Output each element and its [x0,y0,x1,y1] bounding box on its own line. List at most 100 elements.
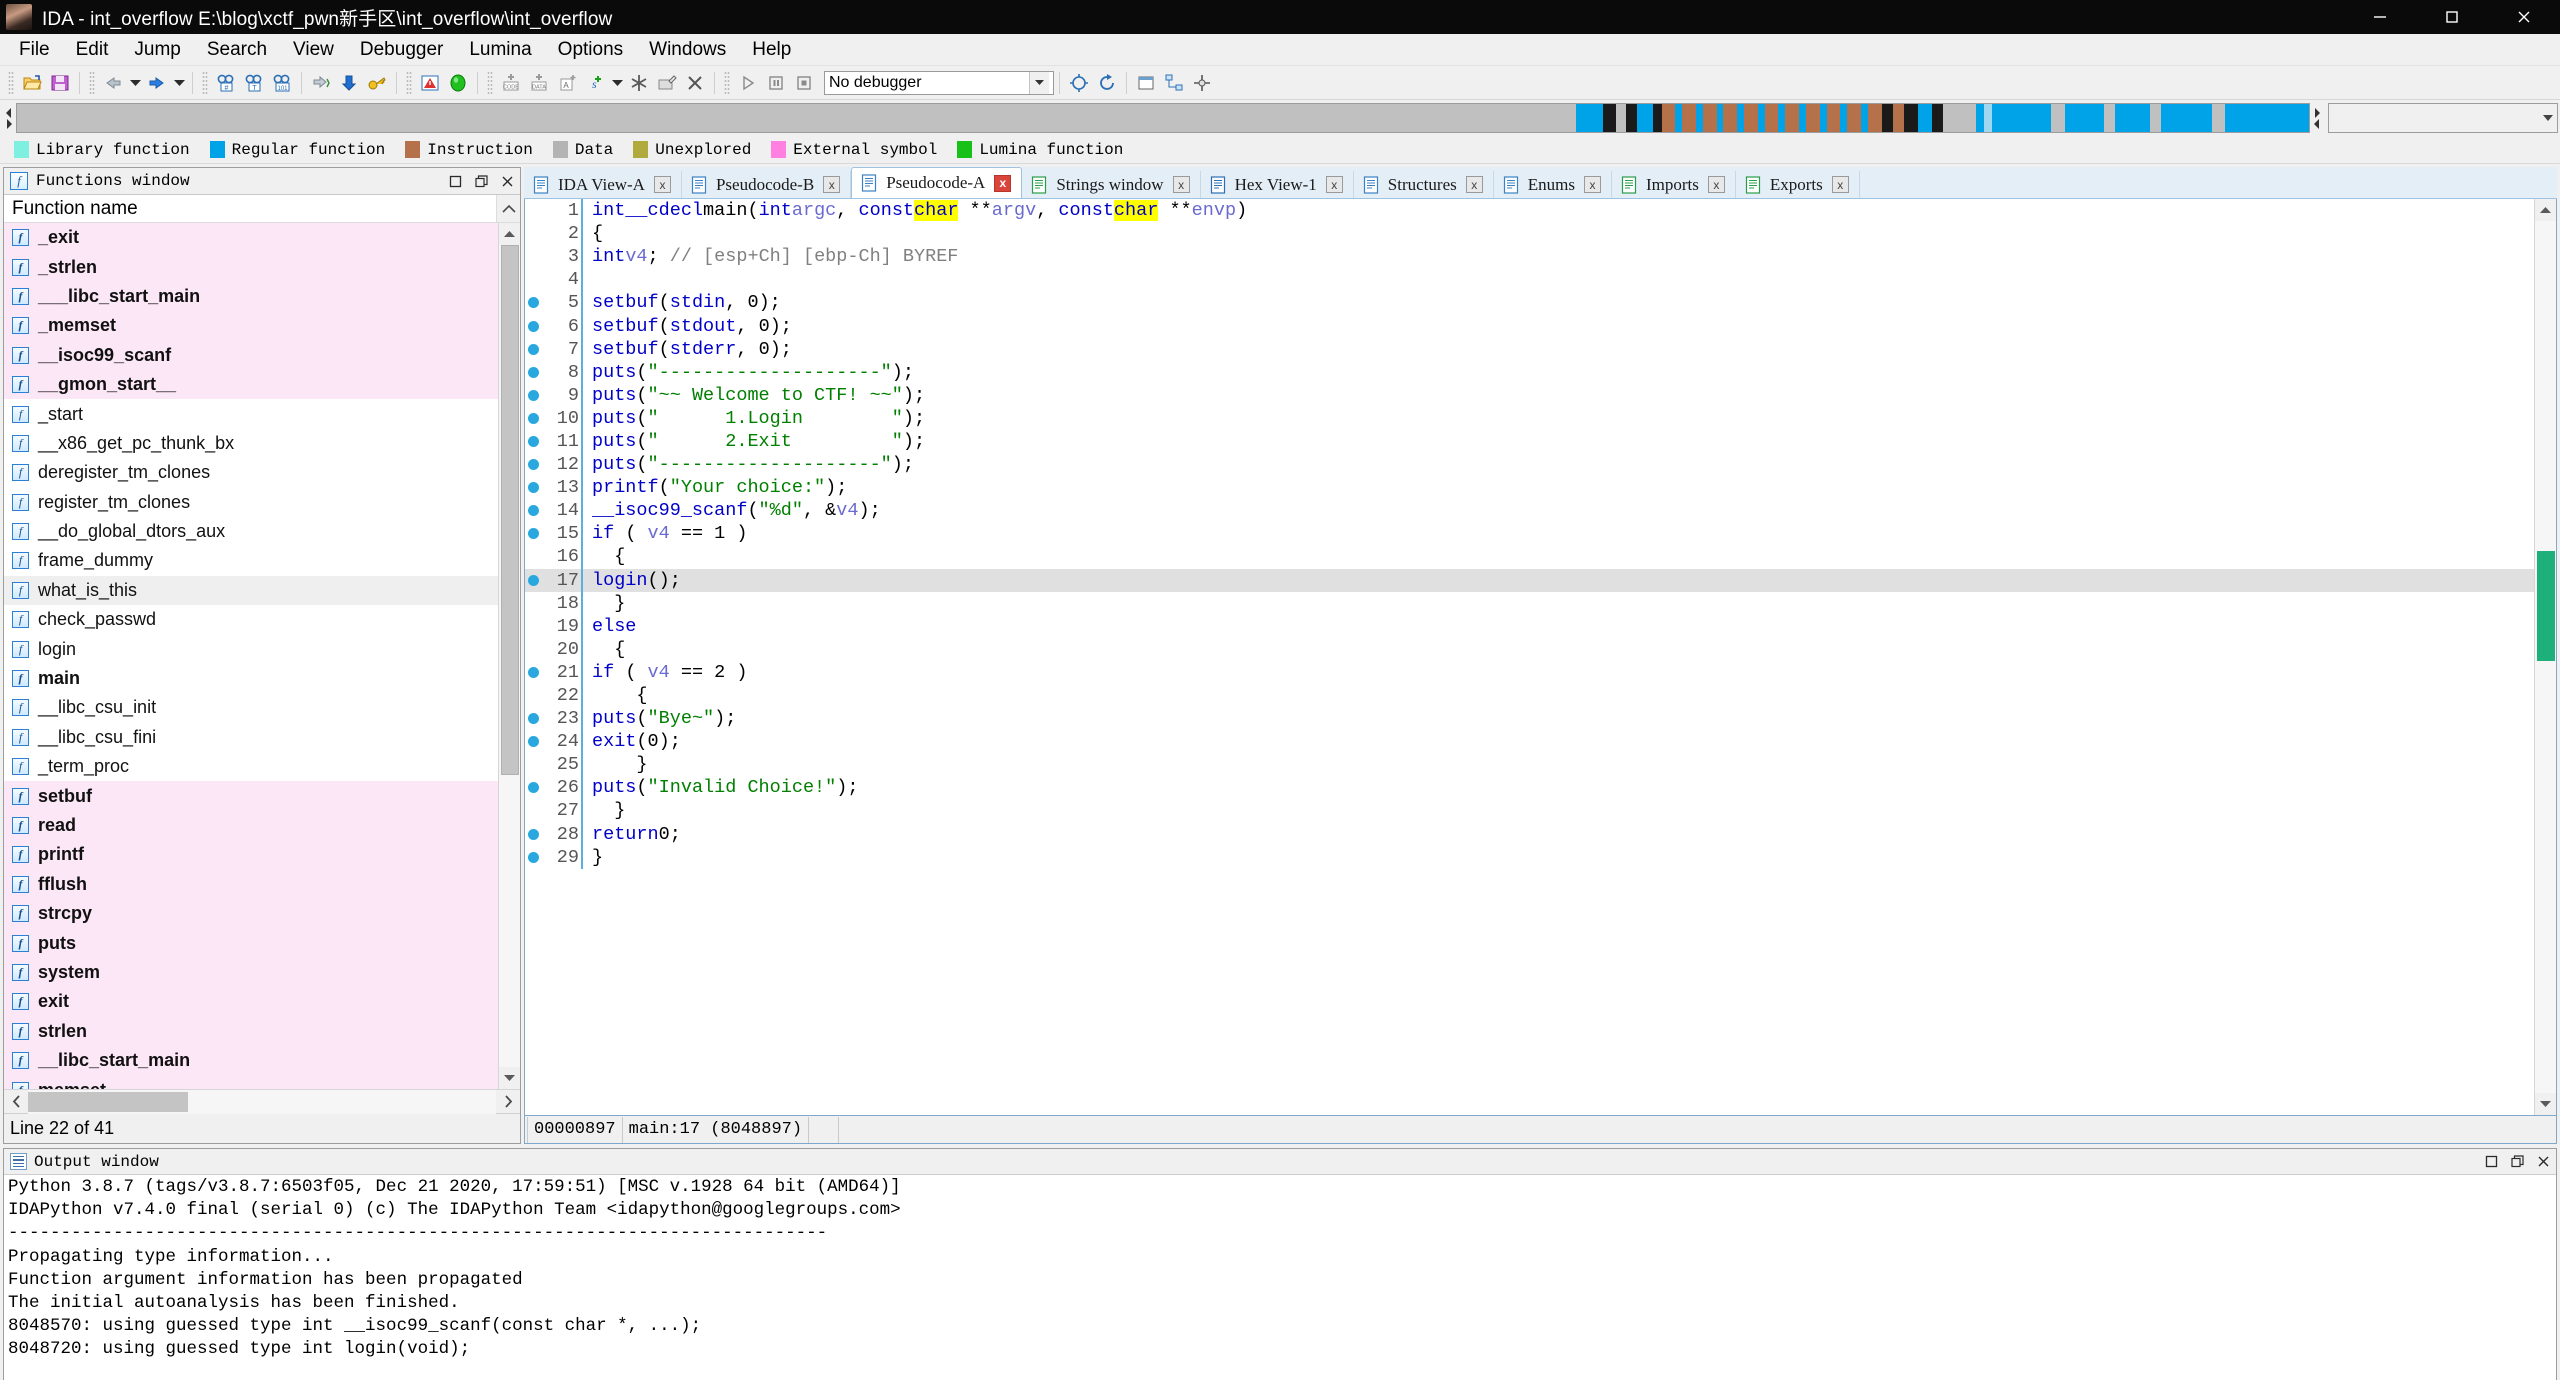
menu-search[interactable]: Search [194,35,280,65]
cross-reference-icon[interactable] [1189,70,1215,96]
warning-icon[interactable] [417,70,443,96]
search-hash-icon[interactable]: # [213,70,239,96]
green-circle-icon[interactable] [445,70,471,96]
scroll-right-icon[interactable] [496,1090,520,1114]
down-arrow-icon[interactable] [336,70,362,96]
scroll-down-icon[interactable] [2535,1093,2557,1115]
save-icon[interactable] [47,70,73,96]
key-icon[interactable] [364,70,390,96]
undefine-icon[interactable] [626,70,652,96]
breakpoint-marker-icon[interactable] [525,829,541,840]
function-list-item[interactable]: fsystem [4,958,498,987]
menu-help[interactable]: Help [739,35,804,65]
menu-options[interactable]: Options [545,35,636,65]
jump-icon[interactable] [308,70,334,96]
functions-window-float-button[interactable] [468,170,494,192]
function-list-item[interactable]: fstrcpy [4,899,498,928]
functions-list[interactable]: f_exitf_strlenf___libc_start_mainf_memse… [4,223,498,1089]
make-data-icon[interactable]: DATA [526,70,552,96]
code-line[interactable]: 7 setbuf(stderr, 0); [525,338,2534,361]
function-list-item[interactable]: fcheck_passwd [4,605,498,634]
function-list-item[interactable]: fexit [4,987,498,1016]
breakpoint-marker-icon[interactable] [525,344,541,355]
tab-pseudocode-b[interactable]: Pseudocode-Bx [682,171,851,198]
output-window-float-button[interactable] [2504,1151,2530,1173]
function-list-item[interactable]: fframe_dummy [4,546,498,575]
minimize-button[interactable] [2344,0,2416,34]
functions-window-close-button[interactable] [494,170,520,192]
breakpoint-marker-icon[interactable] [525,436,541,447]
stop-icon[interactable] [791,70,817,96]
chevron-down-icon[interactable] [1029,72,1049,94]
function-list-item[interactable]: fmemset [4,1075,498,1089]
code-line[interactable]: 20 { [525,638,2534,661]
function-list-item[interactable]: f_memset [4,311,498,340]
pseudocode-vertical-scrollbar[interactable] [2534,199,2556,1115]
delete-icon[interactable] [682,70,708,96]
tab-ida-view-a[interactable]: IDA View-Ax [524,171,682,198]
chevron-up-icon[interactable] [496,195,520,222]
function-list-item[interactable]: f_exit [4,223,498,252]
tab-close-icon[interactable]: x [1173,176,1190,193]
scroll-track[interactable] [28,1090,496,1114]
code-line[interactable]: 12 puts("--------------------"); [525,453,2534,476]
toolbar-grip[interactable] [724,71,730,95]
graph-icon[interactable] [1161,70,1187,96]
tab-close-icon[interactable]: x [1708,176,1725,193]
menu-lumina[interactable]: Lumina [456,35,544,65]
function-list-item[interactable]: f__libc_csu_fini [4,723,498,752]
code-line[interactable]: 23 puts("Bye~"); [525,707,2534,730]
close-button[interactable] [2488,0,2560,34]
code-line[interactable]: 21 if ( v4 == 2 ) [525,661,2534,684]
function-list-item[interactable]: f__isoc99_scanf [4,341,498,370]
scroll-left-icon[interactable] [4,1090,28,1114]
breakpoint-slot[interactable] [525,690,541,701]
menu-debugger[interactable]: Debugger [347,35,456,65]
toolbar-grip[interactable] [8,71,14,95]
breakpoint-marker-icon[interactable] [525,367,541,378]
function-list-item[interactable]: fmain [4,664,498,693]
breakpoint-marker-icon[interactable] [525,459,541,470]
function-list-item[interactable]: f__gmon_start__ [4,370,498,399]
breakpoint-marker-icon[interactable] [525,482,541,493]
make-code-icon[interactable]: CODE [498,70,524,96]
tab-strings-window[interactable]: Strings windowx [1022,171,1200,198]
scroll-track[interactable] [499,245,521,1067]
code-line[interactable]: 2{ [525,222,2534,245]
string-dropdown-icon[interactable] [609,70,625,96]
toolbar-grip[interactable] [89,71,95,95]
breakpoint-slot[interactable] [525,644,541,655]
code-line[interactable]: 14 __isoc99_scanf("%d", &v4); [525,499,2534,522]
function-list-item[interactable]: fwhat_is_this [4,576,498,605]
code-line[interactable]: 13 printf("Your choice:"); [525,476,2534,499]
scroll-thumb[interactable] [501,245,519,775]
search-text-icon[interactable]: T [241,70,267,96]
debug-refresh-icon[interactable] [1094,70,1120,96]
breakpoint-marker-icon[interactable] [525,505,541,516]
tab-structures[interactable]: Structuresx [1354,171,1494,198]
functions-horizontal-scrollbar[interactable] [4,1089,520,1113]
function-list-item[interactable]: f__do_global_dtors_aux [4,517,498,546]
breakpoint-slot[interactable] [525,274,541,285]
tab-exports[interactable]: Exportsx [1736,171,1860,198]
navigator-zoom-box[interactable] [2328,103,2558,133]
code-line[interactable]: 3 int v4; // [esp+Ch] [ebp-Ch] BYREF [525,245,2534,268]
code-line[interactable]: 10 puts(" 1.Login "); [525,407,2534,430]
menu-windows[interactable]: Windows [636,35,739,65]
function-list-item[interactable]: f___libc_start_main [4,282,498,311]
nav-scroll-right-icon[interactable] [2310,102,2324,134]
code-line[interactable]: 9 puts("~~ Welcome to CTF! ~~"); [525,384,2534,407]
breakpoint-slot[interactable] [525,228,541,239]
function-list-item[interactable]: fsetbuf [4,781,498,810]
make-string-icon[interactable]: s [582,70,608,96]
menu-edit[interactable]: Edit [63,35,122,65]
breakpoint-marker-icon[interactable] [525,321,541,332]
code-line[interactable]: 28 return 0; [525,823,2534,846]
function-list-item[interactable]: fderegister_tm_clones [4,458,498,487]
debug-options-icon[interactable] [1066,70,1092,96]
scroll-thumb[interactable] [2537,551,2555,661]
tab-close-icon[interactable]: x [1466,176,1483,193]
function-list-item[interactable]: flogin [4,634,498,663]
breakpoint-marker-icon[interactable] [525,528,541,539]
functions-vertical-scrollbar[interactable] [498,223,520,1089]
